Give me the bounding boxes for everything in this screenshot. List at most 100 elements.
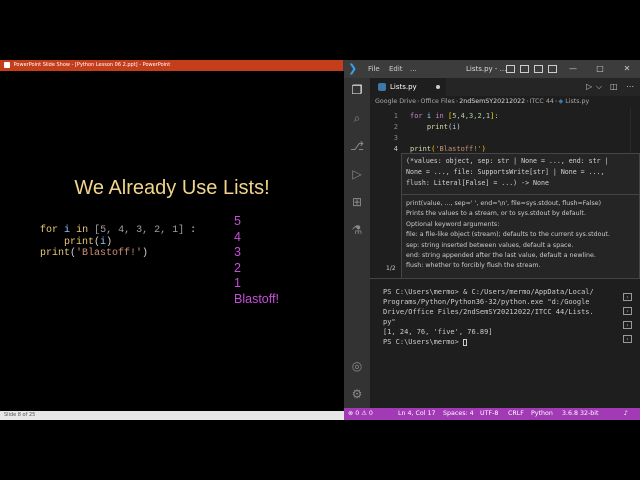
breadcrumb: Google Drive›Office Files›2ndSemSY202120… — [370, 96, 640, 108]
slide-counter: Slide 8 of 25 — [0, 411, 344, 420]
terminal-cursor — [463, 338, 468, 346]
code-line[interactable]: print('Blastoff!') — [410, 145, 486, 153]
notifications-bell-icon[interactable]: ♪ — [624, 408, 628, 420]
status-bar: ⊗ 0 ⚠ 0 Ln 4, Col 17 Spaces: 4 UTF-8 CRL… — [344, 408, 640, 420]
code-line[interactable]: print(i) — [410, 123, 461, 131]
line-ending[interactable]: CRLF — [508, 408, 524, 420]
terminal-line: py" — [383, 318, 396, 326]
code-colon: : — [184, 225, 197, 236]
terminal-line: [1, 24, 76, 'five', 76.89] — [383, 328, 493, 336]
source-control-icon[interactable]: ⎇ — [349, 138, 365, 154]
explorer-icon[interactable]: ❐ — [349, 82, 365, 98]
activity-bar: ❐ ⌕ ⎇ ▷ ⊞ ⚗ ◎ ⚙ — [344, 78, 370, 410]
code-variable: i — [64, 225, 71, 236]
toggle-secondary-sidebar-icon[interactable] — [534, 65, 543, 73]
output-line: 4 — [234, 229, 241, 244]
problems-indicator[interactable]: ⊗ 0 ⚠ 0 — [348, 408, 373, 420]
terminal-python-icon[interactable]: › — [623, 293, 632, 301]
signature-line: flush: Literal[False] = ...) -> None — [406, 179, 549, 187]
hover-documentation: print(value, ..., sep=' ', end='\n', fil… — [406, 199, 637, 272]
powerpoint-window: PowerPoint Slide Show - [Python Lesson 0… — [0, 60, 344, 420]
doc-line: print(value, ..., sep=' ', end='\n', fil… — [406, 200, 602, 207]
powerpoint-title-bar[interactable]: PowerPoint Slide Show - [Python Lesson 0… — [0, 60, 343, 71]
breadcrumb-item[interactable]: Lists.py — [565, 98, 589, 105]
doc-line: flush: whether to forcibly flush the str… — [406, 262, 541, 270]
code-string: 'Blastoff!' — [76, 248, 143, 259]
code-argument: i — [100, 236, 107, 248]
account-icon[interactable]: ◎ — [349, 358, 365, 374]
extensions-icon[interactable]: ⊞ — [349, 194, 365, 210]
testing-icon[interactable]: ⚗ — [349, 222, 365, 238]
desktop: PowerPoint Slide Show - [Python Lesson 0… — [0, 0, 640, 480]
signature-line: (*values: object, sep: str | None = ...,… — [406, 157, 609, 165]
code-function: print — [426, 123, 448, 131]
slide-code-block: for i in [5, 4, 3, 2, 1] : print(i) prin… — [40, 225, 197, 259]
breadcrumb-item[interactable]: Office Files — [421, 98, 455, 105]
breadcrumb-item[interactable]: Google Drive — [375, 98, 416, 105]
vscode-window-title: Lists.py - ... — [466, 65, 507, 73]
terminal-python-icon[interactable]: › — [623, 307, 632, 315]
breadcrumb-item[interactable]: ITCC 44 — [530, 98, 554, 105]
output-line: 2 — [234, 260, 241, 275]
slide[interactable]: We Already Use Lists! for i in [5, 4, 3,… — [0, 71, 344, 411]
python-interpreter[interactable]: 3.6.8 32-bit — [562, 408, 599, 420]
vscode-logo-icon: ❯ — [348, 62, 358, 75]
code-list-values: 5,4,3,2,1 — [452, 112, 491, 120]
cursor-position[interactable]: Ln 4, Col 17 — [398, 408, 436, 420]
customize-layout-icon[interactable] — [548, 65, 557, 73]
toggle-panel-icon[interactable] — [520, 65, 529, 73]
terminal-output[interactable]: PS C:\Users\mermo> & C:/Users/mermo/AppD… — [383, 287, 619, 347]
editor-tab-bar: Lists.py ▷ ⌵ ◫ ⋯ — [370, 78, 640, 96]
encoding[interactable]: UTF-8 — [480, 408, 498, 420]
doc-line: file: a file-like object (stream); defau… — [406, 231, 610, 239]
vscode-title-bar[interactable]: ❯ File Edit ... Lists.py - ... — □ ✕ — [344, 60, 640, 78]
doc-line: end: string appended after the last valu… — [406, 252, 596, 260]
run-dropdown-icon[interactable]: ⌵ — [596, 78, 602, 96]
menu-file[interactable]: File — [368, 60, 380, 78]
indentation[interactable]: Spaces: 4 — [443, 408, 474, 420]
unsaved-dot-icon[interactable] — [436, 85, 440, 89]
menu-edit[interactable]: Edit — [389, 60, 403, 78]
menu-more[interactable]: ... — [410, 60, 417, 78]
terminal-line: PS C:\Users\mermo> & C:/Users/mermo/AppD… — [383, 288, 594, 296]
run-debug-icon[interactable]: ▷ — [349, 166, 365, 182]
search-icon[interactable]: ⌕ — [349, 110, 365, 126]
code-colon: : — [494, 112, 499, 120]
breadcrumb-item[interactable]: 2ndSemSY20212022 — [459, 98, 525, 105]
run-file-icon[interactable]: ▷ — [586, 78, 592, 96]
slide-title: We Already Use Lists! — [74, 177, 270, 199]
toggle-sidebar-icon[interactable] — [506, 65, 515, 73]
code-argument: i — [452, 123, 457, 131]
line-number: 3 — [393, 134, 398, 142]
tab-lists-py[interactable]: Lists.py — [370, 78, 446, 96]
signature-line: None = ..., file: SupportsWrite[str] | N… — [406, 168, 605, 176]
line-number: 2 — [393, 123, 398, 131]
divider — [402, 194, 639, 195]
slide-output: 5 4 3 2 1 Blastoff! — [234, 214, 279, 307]
output-line: Blastoff! — [234, 291, 279, 306]
code-keyword: for — [40, 225, 59, 236]
more-actions-icon[interactable]: ⋯ — [626, 78, 634, 96]
code-keyword: for — [410, 112, 423, 120]
output-line: 5 — [234, 214, 241, 228]
code-function: print — [40, 248, 71, 259]
maximize-icon[interactable]: □ — [590, 60, 610, 78]
close-icon[interactable]: ✕ — [617, 60, 637, 78]
doc-line: Optional keyword arguments: — [406, 220, 500, 228]
settings-gear-icon[interactable]: ⚙ — [349, 386, 365, 402]
terminal-python-icon[interactable]: › — [623, 335, 632, 343]
output-line: 1 — [234, 276, 241, 290]
code-line[interactable]: for i in [5,4,3,2,1]: — [410, 112, 499, 120]
line-number: 1 — [393, 112, 398, 120]
overload-counter[interactable]: 1/2 — [386, 265, 396, 272]
terminal-prompt: PS C:\Users\mermo> — [383, 338, 464, 346]
output-line: 3 — [234, 245, 241, 259]
python-file-icon — [378, 83, 386, 91]
code-keyword-in: in — [76, 225, 89, 236]
language-mode[interactable]: Python — [531, 408, 553, 420]
split-editor-icon[interactable]: ◫ — [610, 78, 618, 96]
powerpoint-window-title: PowerPoint Slide Show - [Python Lesson 0… — [13, 62, 171, 68]
terminal-python-icon[interactable]: › — [623, 321, 632, 329]
code-string: 'Blastoff!' — [435, 145, 482, 153]
minimize-icon[interactable]: — — [563, 60, 583, 78]
